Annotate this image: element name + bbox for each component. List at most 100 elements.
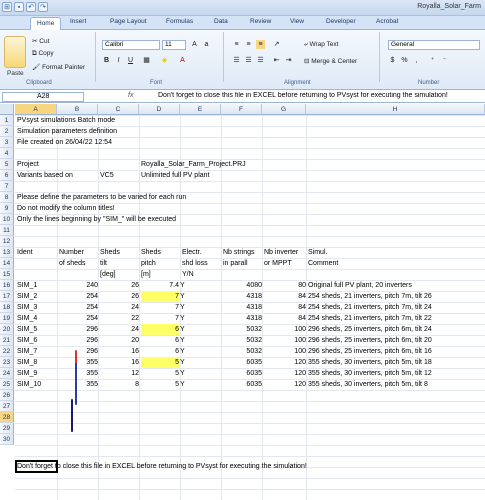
table-cell[interactable]: 80 xyxy=(264,280,306,291)
align-bottom-icon[interactable]: ≡ xyxy=(256,40,265,49)
table-cell[interactable]: 5032 xyxy=(223,324,262,335)
align-top-icon[interactable]: ≡ xyxy=(232,40,241,49)
table-cell[interactable]: 240 xyxy=(59,280,98,291)
font-size-combo[interactable]: 11 xyxy=(162,40,186,50)
row-header-22[interactable]: 22 xyxy=(0,346,14,357)
row-header-29[interactable]: 29 xyxy=(0,423,14,434)
row-header-30[interactable]: 30 xyxy=(0,434,14,445)
table-cell[interactable]: 12 xyxy=(100,368,139,379)
tab-developer[interactable]: Developer xyxy=(326,18,356,25)
table-cell[interactable]: 355 sheds, 30 inverters, pitch 5m, tilt … xyxy=(308,357,484,368)
header-cell[interactable] xyxy=(264,269,306,280)
row-header-23[interactable]: 23 xyxy=(0,357,14,368)
table-cell[interactable]: 84 xyxy=(264,291,306,302)
table-cell[interactable]: 100 xyxy=(264,346,306,357)
col-header-a[interactable]: A xyxy=(15,104,57,115)
table-cell[interactable]: SIM_1 xyxy=(17,280,57,291)
table-cell[interactable]: 8 xyxy=(100,379,139,390)
table-cell[interactable]: 120 xyxy=(264,368,306,379)
tab-view[interactable]: View xyxy=(290,18,304,25)
table-cell[interactable]: SIM_5 xyxy=(17,324,57,335)
table-cell[interactable]: 5032 xyxy=(223,346,262,357)
table-cell[interactable]: 4318 xyxy=(223,313,262,324)
cell-d5[interactable]: Royalla_Solar_Farm_Project.PRJ xyxy=(141,159,246,170)
cell-a8[interactable]: Please define the parameters to be varie… xyxy=(17,192,186,203)
table-cell[interactable]: 296 sheds, 25 inverters, pitch 6m, tilt … xyxy=(308,335,484,346)
tab-page-layout[interactable]: Page Layout xyxy=(110,18,147,25)
table-cell[interactable]: 84 xyxy=(264,302,306,313)
table-cell[interactable]: 6035 xyxy=(223,368,262,379)
table-cell[interactable]: Original full PV plant, 20 inverters xyxy=(308,280,484,291)
table-cell[interactable]: 355 xyxy=(59,368,98,379)
row-header-7[interactable]: 7 xyxy=(0,181,14,192)
paste-button[interactable] xyxy=(4,36,26,68)
shrink-font-icon[interactable]: a xyxy=(202,40,211,49)
header-cell[interactable]: Ident xyxy=(17,247,57,258)
cell-a3[interactable]: File created on 26/04/22 12:54 xyxy=(17,137,112,148)
row-header-24[interactable]: 24 xyxy=(0,368,14,379)
table-cell[interactable]: Y xyxy=(180,357,219,368)
comma-icon[interactable]: , xyxy=(412,56,421,65)
align-center-icon[interactable]: ☰ xyxy=(244,56,253,65)
col-header-e[interactable]: E xyxy=(180,104,221,115)
cell-a10[interactable]: Only the lines beginning by "SIM_" will … xyxy=(17,214,176,225)
table-cell[interactable]: 254 xyxy=(59,302,98,313)
table-cell[interactable]: Y xyxy=(180,346,219,357)
table-cell[interactable]: 7.4 xyxy=(141,280,179,291)
select-all-corner[interactable] xyxy=(0,104,14,115)
row-header-16[interactable]: 16 xyxy=(0,280,14,291)
table-cell[interactable]: 6 xyxy=(141,324,179,335)
table-cell[interactable]: 20 xyxy=(100,335,139,346)
header-cell[interactable]: Nb inverter xyxy=(264,247,306,258)
row-header-27[interactable]: 27 xyxy=(0,401,14,412)
copy-button[interactable]: ⧉ Copy xyxy=(32,50,54,58)
align-middle-icon[interactable]: ≡ xyxy=(244,40,253,49)
cell-a6[interactable]: Variants based on xyxy=(17,170,73,181)
increase-indent-icon[interactable]: ⇥ xyxy=(284,56,293,65)
header-cell[interactable] xyxy=(17,269,57,280)
header-cell[interactable]: Comment xyxy=(308,258,484,269)
table-cell[interactable]: 22 xyxy=(100,313,139,324)
row-header-28[interactable]: 28 xyxy=(0,412,14,423)
save-icon[interactable]: ▪ xyxy=(14,2,24,12)
table-cell[interactable]: Y xyxy=(180,379,219,390)
table-cell[interactable]: Y xyxy=(180,324,219,335)
table-cell[interactable]: Y xyxy=(180,368,219,379)
cell-d6[interactable]: Unlimited full PV plant xyxy=(141,170,209,181)
table-cell[interactable]: 120 xyxy=(264,357,306,368)
row-header-11[interactable]: 11 xyxy=(0,225,14,236)
tab-formulas[interactable]: Formulas xyxy=(166,18,193,25)
undo-icon[interactable]: ↶ xyxy=(26,2,36,12)
table-cell[interactable]: Y xyxy=(180,335,219,346)
table-cell[interactable]: 355 sheds, 30 inverters, pitch 5m, tilt … xyxy=(308,379,484,390)
header-cell[interactable]: Sheds xyxy=(141,247,180,258)
number-format-combo[interactable]: General xyxy=(388,40,480,50)
cell-a9[interactable]: Do not modify the column titles! xyxy=(17,203,115,214)
underline-icon[interactable]: U xyxy=(126,56,135,65)
percent-icon[interactable]: % xyxy=(400,56,409,65)
col-header-f[interactable]: F xyxy=(221,104,262,115)
currency-icon[interactable]: $ xyxy=(388,56,397,65)
header-cell[interactable] xyxy=(308,269,484,280)
row-header-17[interactable]: 17 xyxy=(0,291,14,302)
table-cell[interactable]: 16 xyxy=(100,346,139,357)
tab-home[interactable]: Home xyxy=(30,17,62,30)
table-cell[interactable]: 254 xyxy=(59,291,98,302)
row-header-21[interactable]: 21 xyxy=(0,335,14,346)
cell-a28[interactable]: Don't forget to close this file in EXCEL… xyxy=(17,461,307,472)
fx-icon[interactable]: fx xyxy=(128,92,133,99)
table-cell[interactable]: 24 xyxy=(100,302,139,313)
table-cell[interactable]: 296 xyxy=(59,335,98,346)
header-cell[interactable]: Simul. xyxy=(308,247,484,258)
row-header-6[interactable]: 6 xyxy=(0,170,14,181)
table-cell[interactable]: 355 xyxy=(59,379,98,390)
decrease-indent-icon[interactable]: ⇤ xyxy=(272,56,281,65)
row-header-9[interactable]: 9 xyxy=(0,203,14,214)
header-cell[interactable]: of sheds xyxy=(59,258,98,269)
header-cell[interactable] xyxy=(223,269,262,280)
row-header-18[interactable]: 18 xyxy=(0,302,14,313)
row-header-4[interactable]: 4 xyxy=(0,148,14,159)
table-cell[interactable]: 6 xyxy=(141,346,179,357)
table-cell[interactable]: Y xyxy=(180,313,219,324)
table-cell[interactable]: SIM_9 xyxy=(17,368,57,379)
